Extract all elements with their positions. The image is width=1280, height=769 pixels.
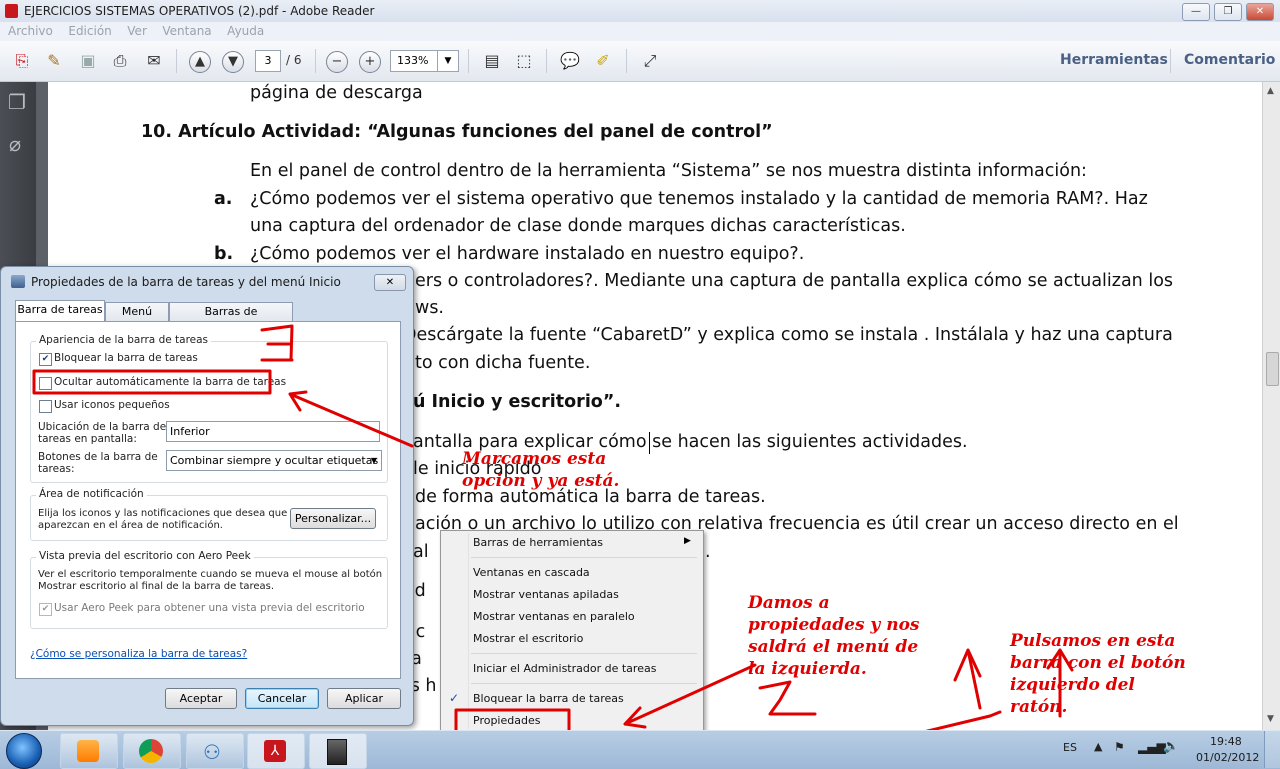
show-hidden-icons-icon[interactable]: ▲ — [1094, 740, 1102, 753]
flag-icon[interactable]: ⚑ — [1114, 740, 1125, 754]
annotation-pulsamos-2: barra con el botón — [1010, 653, 1186, 673]
network-users-icon: ⚇ — [203, 740, 221, 764]
start-button[interactable] — [6, 733, 42, 769]
network-signal-icon[interactable]: ▂▄▆ — [1138, 740, 1166, 754]
annotation-damos-3: saldrá el menú de — [748, 637, 919, 657]
arrow-to-ocultar — [288, 390, 414, 448]
adobe-reader-icon: ⅄ — [264, 740, 286, 762]
clock-date[interactable]: 01/02/2012 — [1196, 751, 1259, 764]
annotation-marcamos-1: Marcamos esta — [462, 449, 607, 469]
taskbar-properties-window[interactable] — [309, 733, 367, 769]
taskbar-media-player[interactable] — [60, 733, 118, 769]
arrow-up-1 — [953, 648, 982, 710]
taskbar-network[interactable]: ⚇ — [186, 733, 244, 769]
annotation-damos-4: la izquierda. — [748, 659, 867, 679]
windows-taskbar[interactable]: ⚇ ⅄ ES ▲ ⚑ ▂▄▆ 🔈 19:48 01/02/2012 — [0, 730, 1280, 769]
annotation-pulsamos-3: izquierdo del — [1010, 675, 1135, 695]
show-desktop-button[interactable] — [1264, 731, 1280, 768]
arrow-to-propiedades — [623, 663, 757, 729]
annotation-marcamos-2: opcion y ya está. — [462, 471, 620, 491]
annotation-pulsamos-4: ratón. — [1010, 697, 1068, 717]
taskbar-adobe-reader[interactable]: ⅄ — [247, 733, 305, 769]
taskbar-chrome[interactable] — [123, 733, 181, 769]
annotation-damos-1: Damos a — [748, 593, 830, 613]
taskbar-properties-icon — [327, 739, 347, 765]
language-indicator[interactable]: ES — [1063, 741, 1077, 754]
chrome-icon — [139, 739, 163, 763]
volume-icon[interactable]: 🔈 — [1163, 739, 1179, 754]
media-player-icon — [77, 740, 99, 762]
handwritten-numeral-3 — [260, 324, 294, 362]
clock-time[interactable]: 19:48 — [1210, 735, 1242, 748]
highlight-box-ocultar — [32, 369, 272, 395]
handwritten-numeral-2 — [758, 680, 817, 716]
annotation-pulsamos-1: Pulsamos en esta — [1010, 631, 1176, 651]
annotation-damos-2: propiedades y nos — [748, 615, 920, 635]
